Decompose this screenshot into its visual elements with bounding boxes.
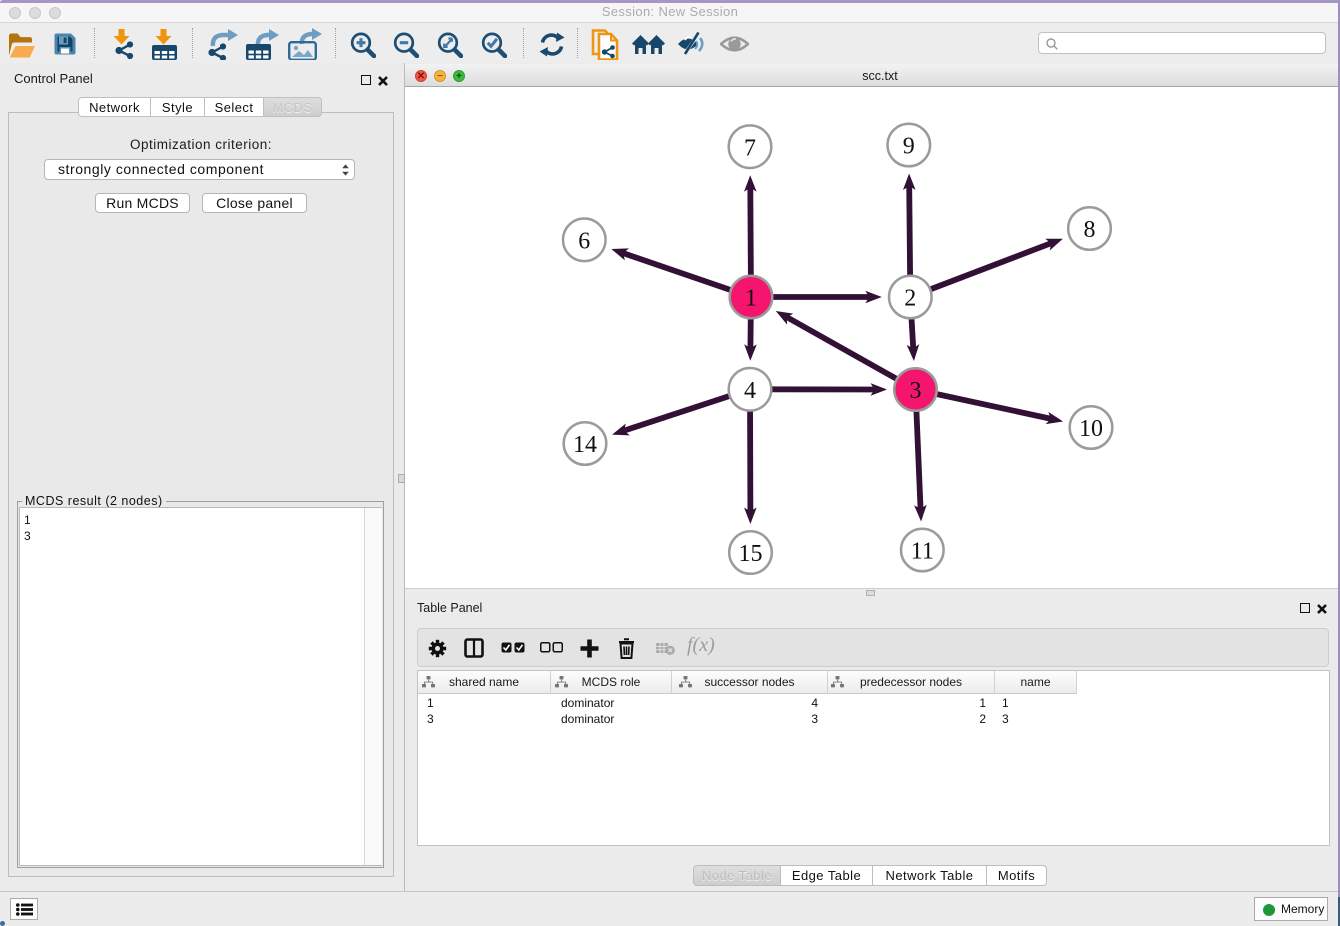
svg-text:2: 2 [904,286,916,312]
svg-text:4: 4 [744,378,756,404]
svg-text:11: 11 [911,539,934,565]
svg-text:9: 9 [903,134,915,160]
svg-text:14: 14 [573,432,597,458]
svg-text:3: 3 [910,378,922,404]
svg-text:6: 6 [578,228,590,254]
svg-text:8: 8 [1084,217,1096,243]
svg-text:15: 15 [739,541,763,567]
svg-text:7: 7 [744,135,756,161]
svg-text:10: 10 [1079,416,1103,442]
svg-text:1: 1 [745,286,757,312]
